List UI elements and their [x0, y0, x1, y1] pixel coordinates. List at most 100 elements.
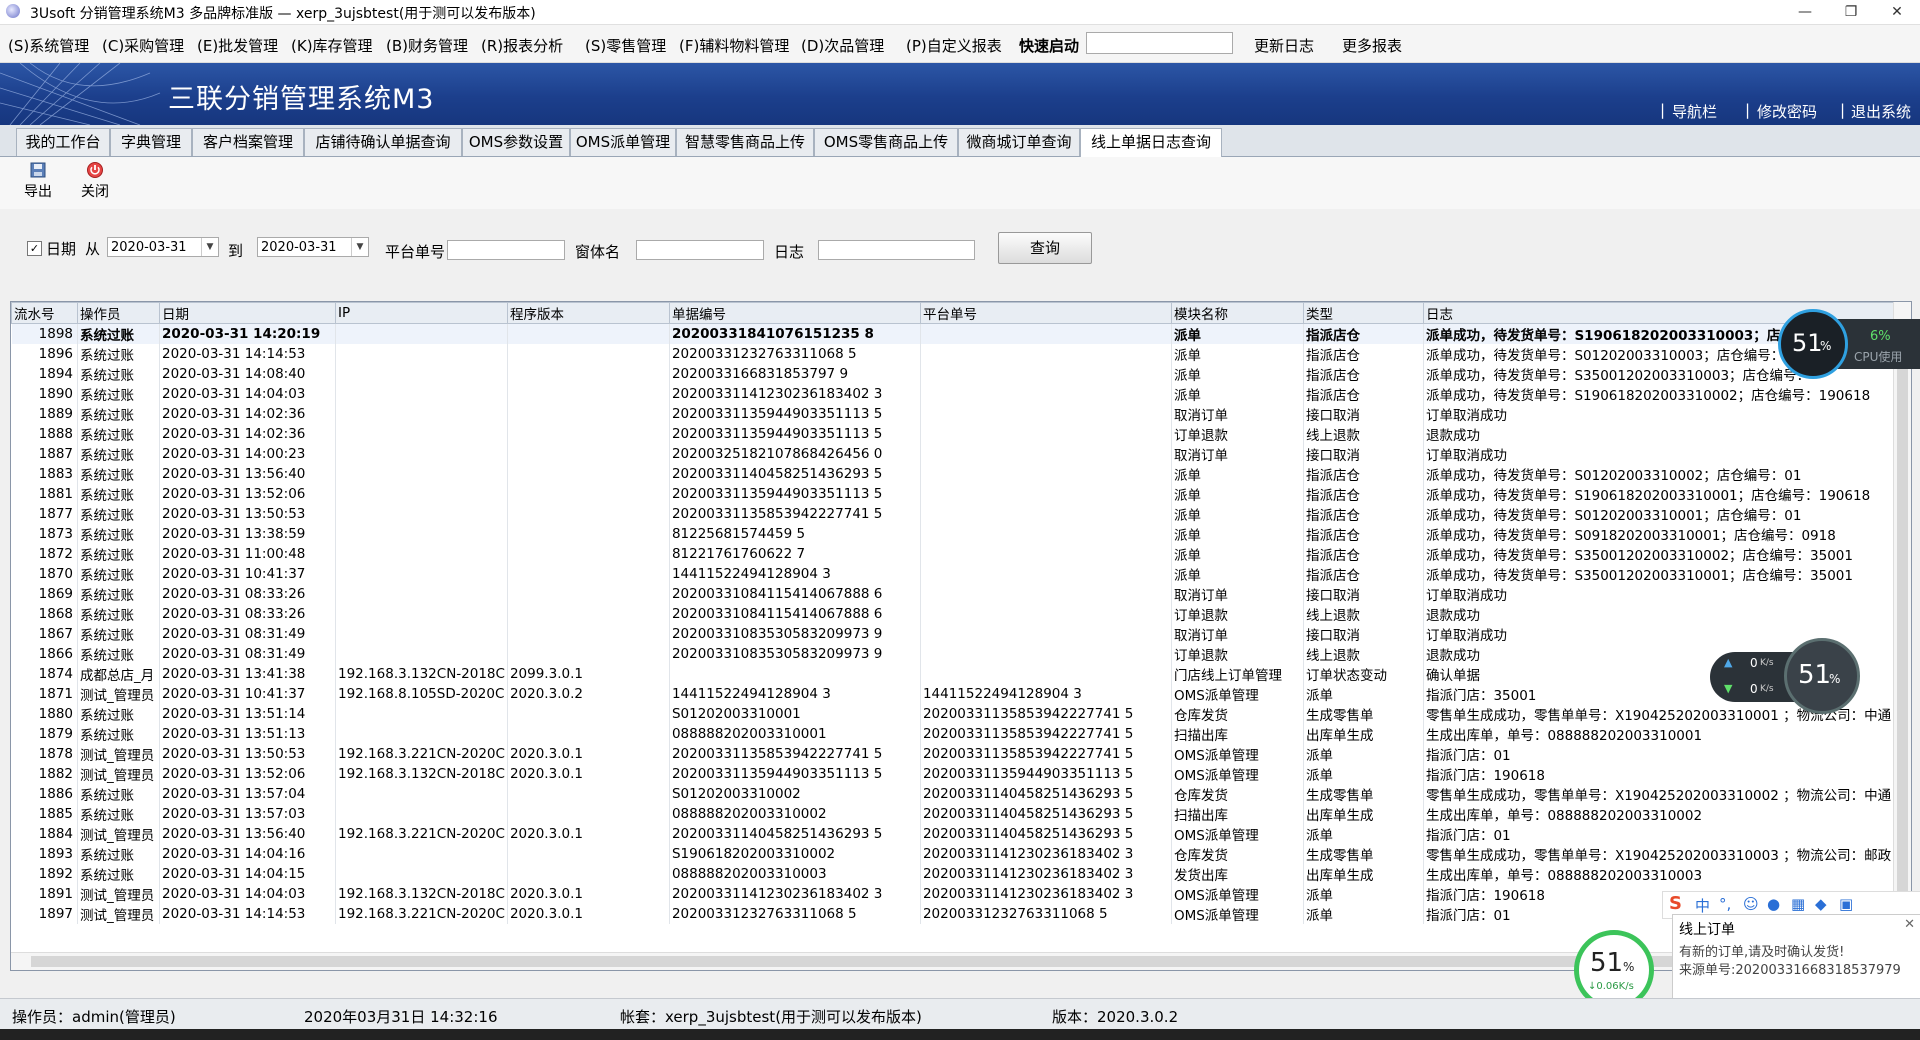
- table-row[interactable]: 1897 测试_管理员 2020-03-31 14:14:53 192.168.3.2…: [11, 904, 1906, 924]
- table-row[interactable]: 1874 成都总店_月 2020-03-31 13:41:38 192.168.3.1…: [11, 664, 1906, 684]
- tab-oms-retail-upload[interactable]: OMS零售商品上传: [814, 128, 958, 156]
- menu-retail[interactable]: (S)零售管理: [585, 35, 666, 56]
- close-window-button[interactable]: ✕: [1874, 0, 1920, 24]
- table-row[interactable]: 1898 系统过账 2020-03-31 14:20:19 2020033184107…: [11, 323, 1906, 344]
- logout-link[interactable]: 退出系统: [1851, 101, 1911, 122]
- chevron-down-icon[interactable]: ▼: [351, 238, 368, 256]
- table-row[interactable]: 1882 测试_管理员 2020-03-31 13:52:06 192.168.3.1…: [11, 764, 1906, 784]
- chevron-down-icon[interactable]: ▼: [201, 238, 218, 256]
- menu-finance[interactable]: (B)财务管理: [386, 35, 468, 56]
- skin-icon[interactable]: ◆: [1815, 895, 1827, 913]
- table-cell: 系统过账: [77, 323, 160, 344]
- quick-start-input[interactable]: [1086, 32, 1233, 54]
- table-row[interactable]: 1892 系统过账 2020-03-31 14:04:15 0888882020033…: [11, 864, 1906, 884]
- keyboard-icon[interactable]: ▦: [1791, 895, 1805, 913]
- cpu-percent: 51: [1792, 329, 1823, 357]
- date-to-picker[interactable]: 2020-03-31 ▼: [257, 237, 369, 257]
- table-row[interactable]: 1896 系统过账 2020-03-31 14:14:53 2020033123276…: [11, 344, 1906, 364]
- table-row[interactable]: 1866 系统过账 2020-03-31 08:31:49 2020033108353…: [11, 644, 1906, 664]
- table-row[interactable]: 1894 系统过账 2020-03-31 14:08:40 2020033166831…: [11, 364, 1906, 384]
- table-row[interactable]: 1877 系统过账 2020-03-31 13:50:53 2020033113585…: [11, 504, 1906, 524]
- column-header[interactable]: 程序版本: [506, 302, 670, 324]
- column-header[interactable]: 操作员: [77, 302, 160, 324]
- menu-custom-report[interactable]: (P)自定义报表: [906, 35, 1002, 56]
- date-from-picker[interactable]: 2020-03-31 ▼: [107, 237, 219, 257]
- table-row[interactable]: 1879 系统过账 2020-03-31 13:51:13 0888882020033…: [11, 724, 1906, 744]
- tab-micro-mall-orders[interactable]: 微商城订单查询: [958, 128, 1080, 156]
- emoji-icon[interactable]: ☺: [1743, 895, 1759, 913]
- log-input[interactable]: [818, 240, 975, 260]
- table-row[interactable]: 1870 系统过账 2020-03-31 10:41:37 1441152249412…: [11, 564, 1906, 584]
- table-row[interactable]: 1872 系统过账 2020-03-31 11:00:48 8122176176062…: [11, 544, 1906, 564]
- column-header[interactable]: 模块名称: [1170, 302, 1304, 324]
- table-row[interactable]: 1868 系统过账 2020-03-31 08:33:26 2020033108411…: [11, 604, 1906, 624]
- update-log-link[interactable]: 更新日志: [1254, 35, 1314, 56]
- table-row[interactable]: 1889 系统过账 2020-03-31 14:02:36 2020033113594…: [11, 404, 1906, 424]
- date-checkbox[interactable]: ✓: [27, 241, 42, 256]
- vertical-scrollbar[interactable]: [1893, 302, 1911, 952]
- network-monitor-widget[interactable]: ▲ 0 K/s ▼ 0 K/s 51 %: [1710, 638, 1860, 714]
- menu-system[interactable]: (S)系统管理: [8, 35, 89, 56]
- tab-dictionary[interactable]: 字典管理: [110, 128, 192, 156]
- table-row[interactable]: 1884 测试_管理员 2020-03-31 13:56:40 192.168.3.2…: [11, 824, 1906, 844]
- menu-wholesale[interactable]: (E)批发管理: [197, 35, 278, 56]
- tab-smart-retail-upload[interactable]: 智慧零售商品上传: [676, 128, 814, 156]
- table-row[interactable]: 1871 测试_管理员 2020-03-31 10:41:37 192.168.8.1…: [11, 684, 1906, 704]
- column-header[interactable]: 日期: [159, 302, 336, 324]
- menu-reports[interactable]: (R)报表分析: [481, 35, 563, 56]
- close-icon[interactable]: ✕: [1904, 917, 1915, 932]
- table-cell: 20200325182107868426456 0: [669, 444, 921, 464]
- table-row[interactable]: 1893 系统过账 2020-03-31 14:04:16 S190618202003…: [11, 844, 1906, 864]
- minimize-button[interactable]: —: [1782, 0, 1828, 24]
- table-row[interactable]: 1890 系统过账 2020-03-31 14:04:03 2020033114123…: [11, 384, 1906, 404]
- table-row[interactable]: 1878 测试_管理员 2020-03-31 13:50:53 192.168.3.2…: [11, 744, 1906, 764]
- table-row[interactable]: 1883 系统过账 2020-03-31 13:56:40 2020033114045…: [11, 464, 1906, 484]
- shop-name-input[interactable]: [636, 240, 764, 260]
- column-header[interactable]: 单据编号: [668, 302, 921, 324]
- column-header[interactable]: 平台单号: [919, 302, 1172, 324]
- tab-oms-params[interactable]: OMS参数设置: [462, 128, 570, 156]
- table-row[interactable]: 1867 系统过账 2020-03-31 08:31:49 2020033108353…: [11, 624, 1906, 644]
- table-row[interactable]: 1873 系统过账 2020-03-31 13:38:59 8122568157445…: [11, 524, 1906, 544]
- table-row[interactable]: 1885 系统过账 2020-03-31 13:57:03 0888882020033…: [11, 804, 1906, 824]
- change-password-link[interactable]: 修改密码: [1757, 101, 1817, 122]
- menu-defects[interactable]: (D)次品管理: [801, 35, 884, 56]
- toolbox-icon[interactable]: ▣: [1839, 895, 1853, 913]
- menu-inventory[interactable]: (K)库存管理: [291, 35, 373, 56]
- table-row[interactable]: 1891 测试_管理员 2020-03-31 14:04:03 192.168.3.1…: [11, 884, 1906, 904]
- tab-online-doc-log[interactable]: 线上单据日志查询: [1080, 128, 1222, 157]
- tab-store-pending-docs[interactable]: 店铺待确认单据查询: [304, 128, 462, 156]
- scroll-thumb[interactable]: [1897, 332, 1908, 902]
- microphone-icon[interactable]: ●: [1767, 895, 1780, 913]
- table-cell: 取消订单: [1171, 624, 1304, 644]
- chinese-mode-icon[interactable]: 中: [1695, 895, 1710, 916]
- table-cell: 系统过账: [77, 724, 160, 744]
- maximize-button[interactable]: ❐: [1828, 0, 1874, 24]
- cpu-monitor-widget[interactable]: 51 % 6% CPU使用: [1778, 309, 1920, 379]
- tab-workbench[interactable]: 我的工作台: [16, 128, 110, 156]
- query-button[interactable]: 查询: [998, 232, 1092, 264]
- punctuation-icon[interactable]: °,: [1719, 895, 1731, 913]
- menu-materials[interactable]: (F)辅料物料管理: [679, 35, 789, 56]
- menu-purchase[interactable]: (C)采购管理: [102, 35, 184, 56]
- table-row[interactable]: 1886 系统过账 2020-03-31 13:57:04 S012020033100…: [11, 784, 1906, 804]
- table-cell: 系统过账: [77, 864, 160, 884]
- table-row[interactable]: 1880 系统过账 2020-03-31 13:51:14 S012020033100…: [11, 704, 1906, 724]
- close-page-button[interactable]: 关闭: [75, 161, 115, 201]
- table-row[interactable]: 1888 系统过账 2020-03-31 14:02:36 2020033113594…: [11, 424, 1906, 444]
- table-row[interactable]: 1869 系统过账 2020-03-31 08:33:26 2020033108411…: [11, 584, 1906, 604]
- tab-oms-dispatch[interactable]: OMS派单管理: [570, 128, 676, 156]
- export-button[interactable]: 导出: [18, 161, 58, 201]
- table-cell: 20200331135944903351113 5: [669, 404, 921, 424]
- navigation-link[interactable]: 导航栏: [1672, 101, 1717, 122]
- table-row[interactable]: 1881 系统过账 2020-03-31 13:52:06 2020033113594…: [11, 484, 1906, 504]
- platform-no-input[interactable]: [447, 240, 565, 260]
- column-header[interactable]: 类型: [1302, 302, 1424, 324]
- more-reports-link[interactable]: 更多报表: [1342, 35, 1402, 56]
- table-row[interactable]: 1887 系统过账 2020-03-31 14:00:23 2020032518210…: [11, 444, 1906, 464]
- tab-customer-archive[interactable]: 客户档案管理: [192, 128, 304, 156]
- table-cell: 2020-03-31 14:00:23: [159, 444, 336, 464]
- column-header[interactable]: IP: [335, 302, 508, 324]
- column-header[interactable]: 流水号: [11, 302, 78, 324]
- table-cell: [335, 323, 508, 344]
